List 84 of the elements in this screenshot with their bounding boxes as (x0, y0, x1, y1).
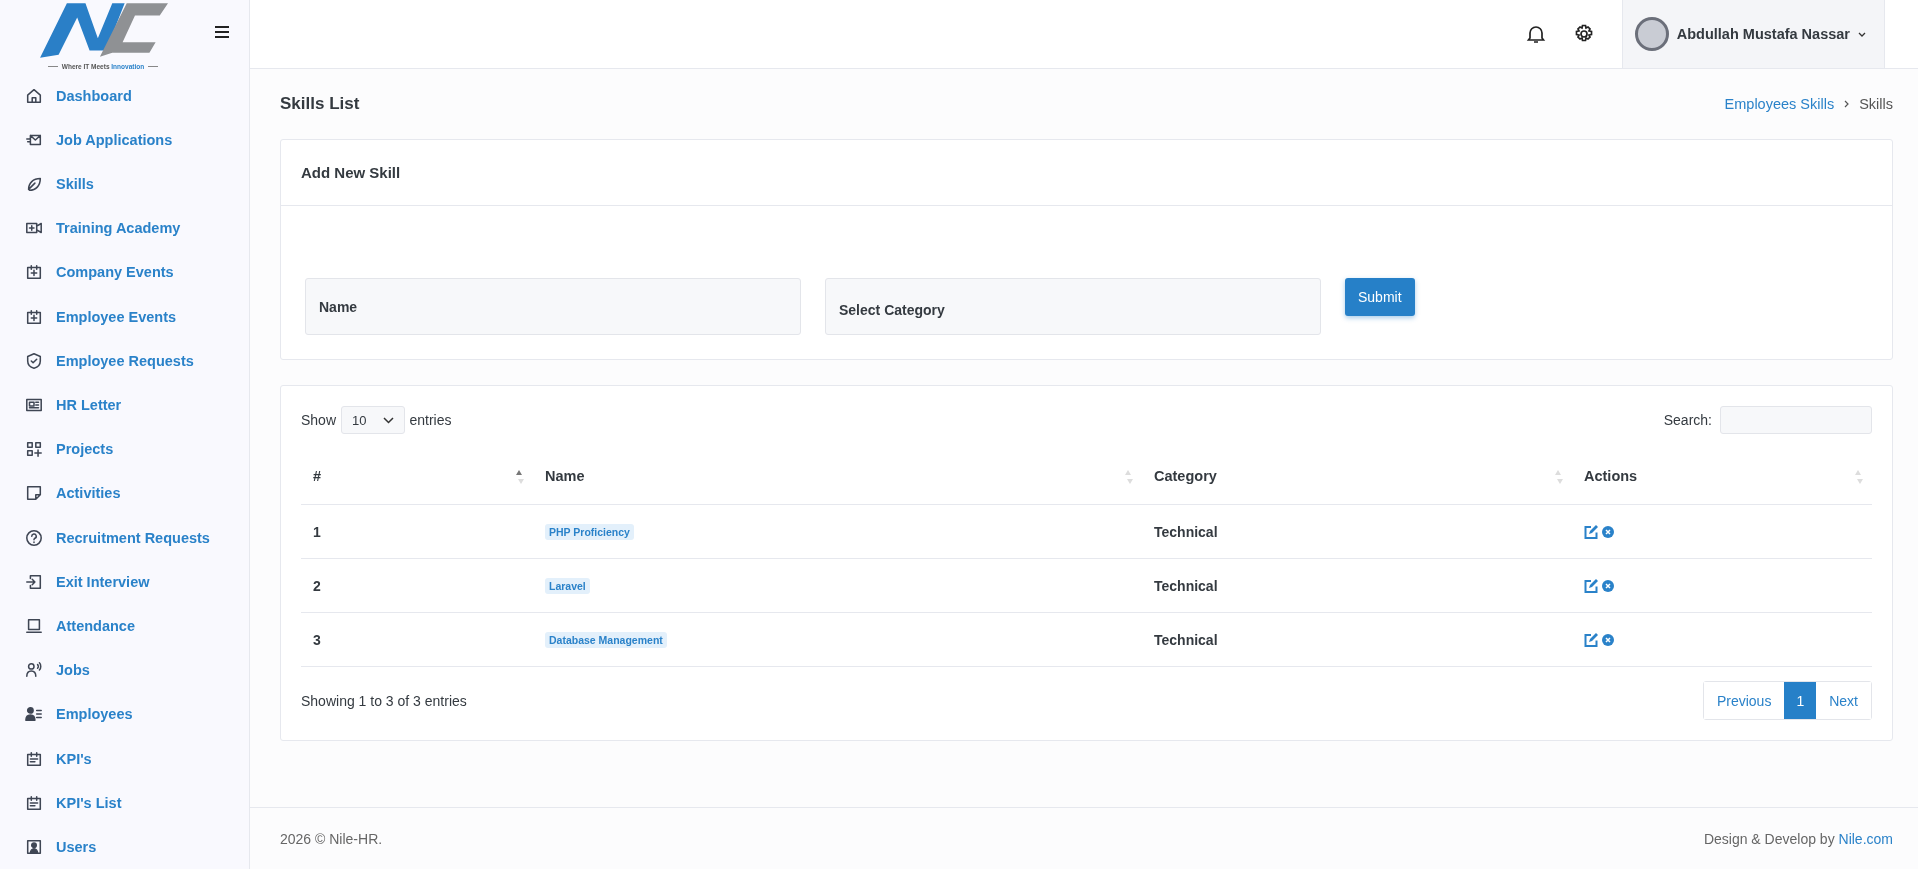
close-circle-icon (1602, 579, 1614, 592)
entries-select[interactable]: 10 (341, 406, 405, 434)
row-number: 3 (301, 612, 533, 667)
calendar-plus-icon (25, 263, 43, 282)
category-select[interactable]: Select Category (825, 278, 1321, 335)
entries-info: Showing 1 to 3 of 3 entries (301, 692, 467, 709)
house-icon (25, 86, 43, 105)
edit-button[interactable] (1584, 632, 1598, 647)
delete-button[interactable] (1602, 579, 1614, 592)
skill-tag: PHP Proficiency (545, 524, 634, 540)
person-list-icon (25, 705, 43, 724)
sidebar-item[interactable]: Projects (56, 441, 114, 458)
sidebar-item[interactable]: Employee Requests (56, 352, 194, 369)
sidebar-item[interactable]: KPI's (56, 750, 92, 767)
page-button[interactable]: 1 (1784, 682, 1817, 719)
column-header[interactable]: # (301, 448, 533, 505)
user-menu[interactable]: Abdullah Mustafa Nassar (1621, 0, 1885, 68)
question-circle-icon (25, 528, 43, 547)
delete-button[interactable] (1602, 525, 1614, 538)
edit-button[interactable] (1584, 524, 1598, 539)
skill-tag: Laravel (545, 578, 590, 594)
edit-icon (1584, 524, 1598, 539)
chevron-down-icon (382, 416, 394, 424)
person-badge-icon (25, 837, 43, 856)
bell-icon (1525, 24, 1546, 44)
delete-button[interactable] (1602, 633, 1614, 646)
credit-text: Design & Develop by Nile.com (1703, 830, 1893, 847)
laptop-icon (25, 616, 43, 635)
column-header[interactable]: Actions (1572, 448, 1872, 505)
grid-plus-icon (25, 440, 43, 459)
note-icon (25, 484, 43, 503)
sign-in-arrow-icon (25, 572, 43, 591)
sidebar-item[interactable]: Activities (56, 485, 121, 502)
column-header[interactable]: Name (533, 448, 1142, 505)
card-title: Add New Skill (301, 164, 401, 181)
person-signal-icon (25, 661, 43, 680)
avatar (1634, 17, 1669, 51)
calendar-plus-icon (25, 307, 43, 326)
name-input-field[interactable]: Name (305, 278, 801, 335)
sidebar-item[interactable]: Dashboard (56, 87, 132, 104)
breadcrumb-link[interactable]: Employees Skills (1724, 96, 1835, 112)
sidebar-item[interactable]: Company Events (56, 264, 174, 281)
skill-tag: Database Management (545, 632, 667, 648)
credit-link[interactable]: Nile.com (1838, 830, 1893, 847)
sidebar-item[interactable]: Employee Events (56, 308, 177, 325)
edit-icon (1584, 578, 1598, 593)
menu-button[interactable] (215, 26, 229, 41)
sidebar-item[interactable]: HR Letter (56, 397, 122, 414)
page-title: Skills List (280, 94, 360, 114)
chevron-down-icon (1858, 31, 1866, 37)
row-number: 2 (301, 558, 533, 613)
close-circle-icon (1602, 525, 1614, 538)
breadcrumb-current: Skills (1859, 96, 1893, 112)
category-cell: Technical (1142, 558, 1572, 613)
close-circle-icon (1602, 633, 1614, 646)
category-cell: Technical (1142, 612, 1572, 667)
submit-button[interactable]: Submit (1345, 278, 1415, 316)
leaf-icon (25, 175, 43, 194)
sidebar-item[interactable]: Jobs (56, 662, 90, 679)
sidebar-item[interactable]: Recruitment Requests (56, 529, 210, 546)
sidebar-item[interactable]: Users (56, 838, 97, 855)
category-cell: Technical (1142, 504, 1572, 559)
shield-check-icon (25, 351, 43, 370)
edit-button[interactable] (1584, 578, 1598, 593)
sidebar-item[interactable]: Exit Interview (56, 573, 150, 590)
settings-icon (1573, 24, 1594, 44)
column-header[interactable]: Category (1142, 448, 1572, 505)
menu-icon (215, 26, 229, 38)
calendar-list-icon (25, 793, 43, 812)
chevron-right-icon (1844, 100, 1850, 108)
search-field[interactable] (1720, 406, 1872, 434)
length-label: entries (409, 412, 452, 428)
calendar-list-icon (25, 749, 43, 768)
edit-icon (1584, 632, 1598, 647)
sidebar-item[interactable]: Skills (56, 176, 94, 193)
sidebar-item[interactable]: KPI's List (56, 794, 122, 811)
length-label: Show (301, 412, 337, 428)
sidebar-item[interactable]: Job Applications (56, 131, 173, 148)
sidebar-item[interactable]: Employees (56, 706, 133, 723)
sidebar-item[interactable]: Training Academy (56, 220, 181, 237)
row-number: 1 (301, 504, 533, 559)
search-label: Search: (1663, 412, 1712, 428)
sidebar-item[interactable]: Attendance (56, 617, 135, 634)
copyright-text: 2026 © Nile-HR. (280, 830, 383, 847)
